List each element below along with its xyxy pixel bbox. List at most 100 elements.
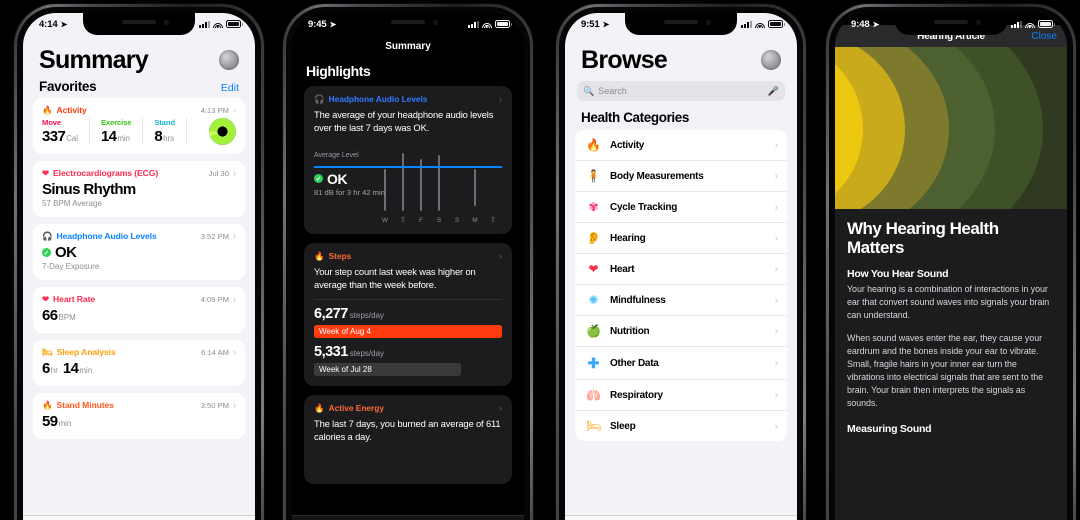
x-tick: W xyxy=(381,216,389,224)
article-hero-image xyxy=(835,47,1067,209)
location-arrow-icon: ➤ xyxy=(329,19,337,29)
category-row-respiratory[interactable]: 🫁 Respiratory › xyxy=(575,380,787,412)
chevron-right-icon: › xyxy=(774,263,778,275)
cellular-signal-icon xyxy=(1011,20,1022,28)
card-heart-rate[interactable]: ❤ Heart Rate 4:09 PM › 66BPM xyxy=(33,287,245,334)
card-stand-minutes[interactable]: 🔥 Stand Minutes 3:50 PM › 59min xyxy=(33,393,245,440)
card-headphone-audio-levels[interactable]: 🎧Headphone Audio Levels 3:52 PM › OK 7-Da… xyxy=(33,224,245,281)
card-title: Activity xyxy=(56,105,87,116)
chart-x-tick-labels: W T F S S M T xyxy=(376,217,502,224)
page-title: Browse xyxy=(581,46,668,74)
nav-title: Summary xyxy=(385,40,431,52)
browse-scroll[interactable]: Browse 🔍 Search 🎤 Health Categories 🔥 Act… xyxy=(565,35,797,520)
avatar[interactable] xyxy=(219,50,239,70)
card-ecg[interactable]: ❤ Electrocardiograms (ECG) Jul 30 › Sinus … xyxy=(33,161,245,218)
status-time: 9:51 xyxy=(581,18,600,30)
summary-scroll[interactable]: Summary Favorites Edit 🔥 Activity 4:13 P… xyxy=(23,35,255,520)
category-row-nutrition[interactable]: 🍏 Nutrition › xyxy=(575,316,787,348)
article-heading-1: How You Hear Sound xyxy=(847,268,949,281)
chart-average-line xyxy=(314,165,502,168)
cellular-signal-icon xyxy=(741,20,752,28)
battery-icon xyxy=(1038,20,1056,28)
favorites-label: Favorites xyxy=(39,79,97,95)
card-activity[interactable]: 🔥 Activity 4:13 PM › Move 337Cal Exercise… xyxy=(33,98,245,155)
battery-icon xyxy=(768,20,786,28)
chevron-right-icon: › xyxy=(774,170,778,182)
screenshot-stage: 4:14 ➤ Summary Favorites Edit 🔥 Activity… xyxy=(0,0,1080,520)
location-arrow-icon: ➤ xyxy=(872,19,880,29)
category-row-mindfulness[interactable]: ✺ Mindfulness › xyxy=(575,285,787,317)
browse-header: Browse xyxy=(565,35,797,75)
x-tick: M xyxy=(472,216,478,224)
x-tick: T xyxy=(401,216,405,224)
category-row-hearing[interactable]: 👂 Hearing › xyxy=(575,223,787,255)
steps-secondary-bar: Week of Jul 28 xyxy=(314,362,461,376)
chart-annotation: 81 dB for 3 hr 42 min xyxy=(314,187,385,197)
steps-primary-bar: Week of Aug 4 xyxy=(314,324,502,338)
chevron-right-icon: › xyxy=(233,167,236,178)
card-body: The average of your headphone audio leve… xyxy=(314,109,494,133)
category-row-body-measurements[interactable]: 🧍 Body Measurements › xyxy=(575,161,787,193)
chevron-right-icon: › xyxy=(774,294,778,306)
article-title: Why Hearing Health Matters xyxy=(847,219,999,258)
article-body: Why Hearing Health Matters How You Hear … xyxy=(835,209,1067,435)
chevron-right-icon: › xyxy=(774,139,778,151)
highlights-scroll[interactable]: Summary Highlights 🎧 Headphone Audio Leve… xyxy=(292,35,524,520)
card-time: 6:14 AM xyxy=(201,347,229,357)
mindfulness-icon: ✺ xyxy=(588,293,599,308)
category-row-sleep[interactable]: 🛏 Sleep › xyxy=(575,411,787,441)
highlight-card-headphone-audio-levels[interactable]: 🎧 Headphone Audio Levels › The average of… xyxy=(304,86,512,234)
edit-button[interactable]: Edit xyxy=(221,82,239,94)
category-row-other-data[interactable]: ✚ Other Data › xyxy=(575,347,787,381)
card-body: The last 7 days, you burned an average o… xyxy=(314,417,501,442)
chevron-right-icon: › xyxy=(774,420,778,432)
card-sleep-analysis[interactable]: 🛏 Sleep Analysis 6:14 AM › 6hr 14min xyxy=(33,340,245,387)
card-time: 4:13 PM xyxy=(200,105,229,115)
card-body: Your step count last week was higher on … xyxy=(314,265,476,290)
phone-4-hearing-article: 9:48 ➤ Hearing Article Close Why Hearing… xyxy=(826,4,1076,520)
chevron-right-icon: › xyxy=(774,201,778,213)
flame-icon: 🔥 xyxy=(42,105,53,115)
highlight-card-steps[interactable]: 🔥 Steps › Your step count last week was h… xyxy=(304,242,512,386)
metric-value: 337Cal xyxy=(42,128,78,146)
avatar[interactable] xyxy=(761,50,781,70)
category-label: Mindfulness xyxy=(610,294,666,306)
microphone-icon[interactable]: 🎤 xyxy=(768,86,779,97)
body-icon: 🧍 xyxy=(586,169,601,184)
heart-icon: ❤ xyxy=(588,262,599,277)
phone-screen: 9:51 ➤ Browse 🔍 Search 🎤 Health Categori… xyxy=(565,13,797,520)
wifi-icon xyxy=(1025,20,1035,28)
metric-exercise: Exercise 14min xyxy=(101,118,144,146)
highlight-card-active-energy[interactable]: 🔥 Active Energy › The last 7 days, you bu… xyxy=(304,394,512,484)
bed-icon: 🛏 xyxy=(586,419,602,434)
x-tick: S xyxy=(454,216,460,224)
headphone-icon: 🎧 xyxy=(42,231,53,241)
apple-icon: 🍏 xyxy=(586,324,601,339)
wifi-icon xyxy=(213,20,223,28)
card-subtext: 7-Day Exposure xyxy=(42,262,100,272)
tab-bar: ♥ Summary Browse xyxy=(23,515,255,520)
favorites-header: Favorites Edit xyxy=(23,75,255,98)
category-row-cycle-tracking[interactable]: ✾ Cycle Tracking › xyxy=(575,192,787,224)
category-label: Heart xyxy=(610,263,635,275)
status-time: 9:45 xyxy=(308,18,327,30)
card-title: Active Energy xyxy=(328,402,384,413)
category-label: Cycle Tracking xyxy=(610,201,678,213)
category-row-heart[interactable]: ❤ Heart › xyxy=(575,254,787,286)
category-list: 🔥 Activity › 🧍 Body Measurements › ✾ Cycle Tr… xyxy=(575,130,787,442)
cycle-icon: ✾ xyxy=(588,200,599,215)
tab-bar: ♥ Summary Browse xyxy=(565,515,797,520)
section-title-health-categories: Health Categories xyxy=(581,110,689,126)
category-label: Sleep xyxy=(610,420,636,432)
wifi-icon xyxy=(755,20,765,28)
headphone-icon: 🎧 xyxy=(314,93,325,104)
bed-icon: 🛏 xyxy=(42,347,53,357)
category-row-activity[interactable]: 🔥 Activity › xyxy=(575,130,787,162)
chevron-right-icon: › xyxy=(774,389,778,401)
search-field[interactable]: 🔍 Search 🎤 xyxy=(577,81,785,102)
card-title: Electrocardiograms (ECG) xyxy=(53,168,159,179)
wifi-icon xyxy=(482,20,492,28)
card-time: Jul 30 xyxy=(208,168,229,178)
chevron-right-icon: › xyxy=(774,232,778,244)
flame-icon: 🔥 xyxy=(314,402,325,413)
